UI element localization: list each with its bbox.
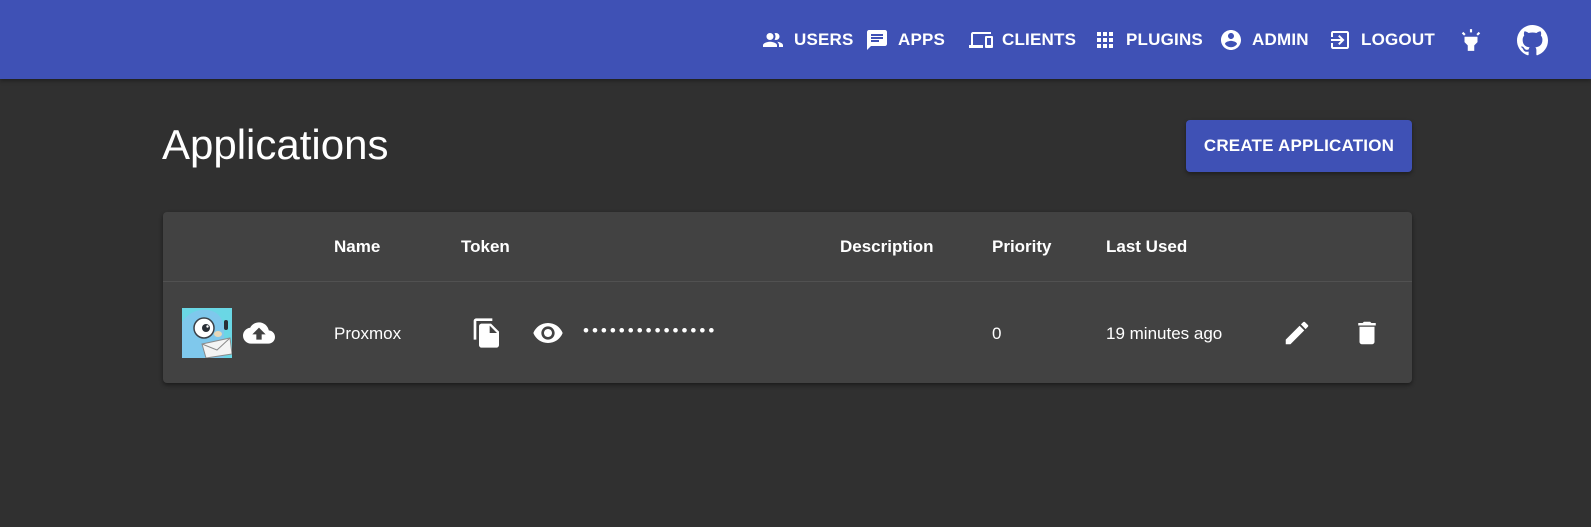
applications-table: Name Token Description Priority Last Use… [163,212,1412,383]
header-name: Name [334,237,381,256]
nav-clients-label: CLIENTS [1002,30,1077,49]
upload-image-button[interactable] [242,316,276,350]
nav-users-label: USERS [794,30,854,49]
nav-users[interactable]: USERS [761,26,854,54]
eye-icon [533,323,563,343]
app-token-masked: ••••••••••••••• [583,321,718,340]
app-bar: USERS APPS CLIENTS PLUGINS ADMIN LOGOUT [0,0,1591,79]
header-divider [163,281,1412,282]
gopher-app-image [182,308,232,358]
nav-apps[interactable]: APPS [865,26,945,54]
github-icon [1516,24,1548,55]
nav-plugins[interactable]: PLUGINS [1093,26,1203,54]
apps-grid-icon [1097,32,1113,48]
account-circle-icon [1221,30,1241,50]
chat-icon [867,30,887,50]
devices-icon [969,32,993,48]
nav-apps-label: APPS [898,30,946,49]
page-title: Applications [162,121,389,168]
header-last-used: Last Used [1106,237,1188,256]
nav-logout[interactable]: LOGOUT [1328,26,1435,54]
exit-icon [1331,31,1349,49]
nav-logout-label: LOGOUT [1361,30,1435,49]
app-priority: 0 [992,324,1002,343]
header-description: Description [840,237,934,256]
github-button[interactable] [1516,24,1548,56]
nav-clients[interactable]: CLIENTS [969,26,1076,54]
pencil-icon [1285,321,1309,345]
users-icon [763,33,783,47]
create-application-button[interactable]: CREATE APPLICATION [1186,120,1412,172]
header-token: Token [461,237,510,256]
toggle-token-visibility-button[interactable] [531,316,565,350]
nav-admin-label: ADMIN [1252,30,1309,49]
copy-token-button[interactable] [471,315,503,351]
theme-toggle-button[interactable] [1457,26,1485,54]
header-priority: Priority [992,237,1052,256]
trash-icon [1358,321,1376,345]
lightbulb-icon [1461,29,1481,51]
nav-admin[interactable]: ADMIN [1219,26,1309,54]
delete-application-button[interactable] [1350,316,1384,350]
cloud-upload-icon [243,322,275,344]
edit-application-button[interactable] [1280,316,1314,350]
app-name: Proxmox [334,324,402,343]
app-last-used: 19 minutes ago [1106,324,1223,343]
nav-plugins-label: PLUGINS [1126,30,1203,49]
copy-icon [473,318,499,348]
